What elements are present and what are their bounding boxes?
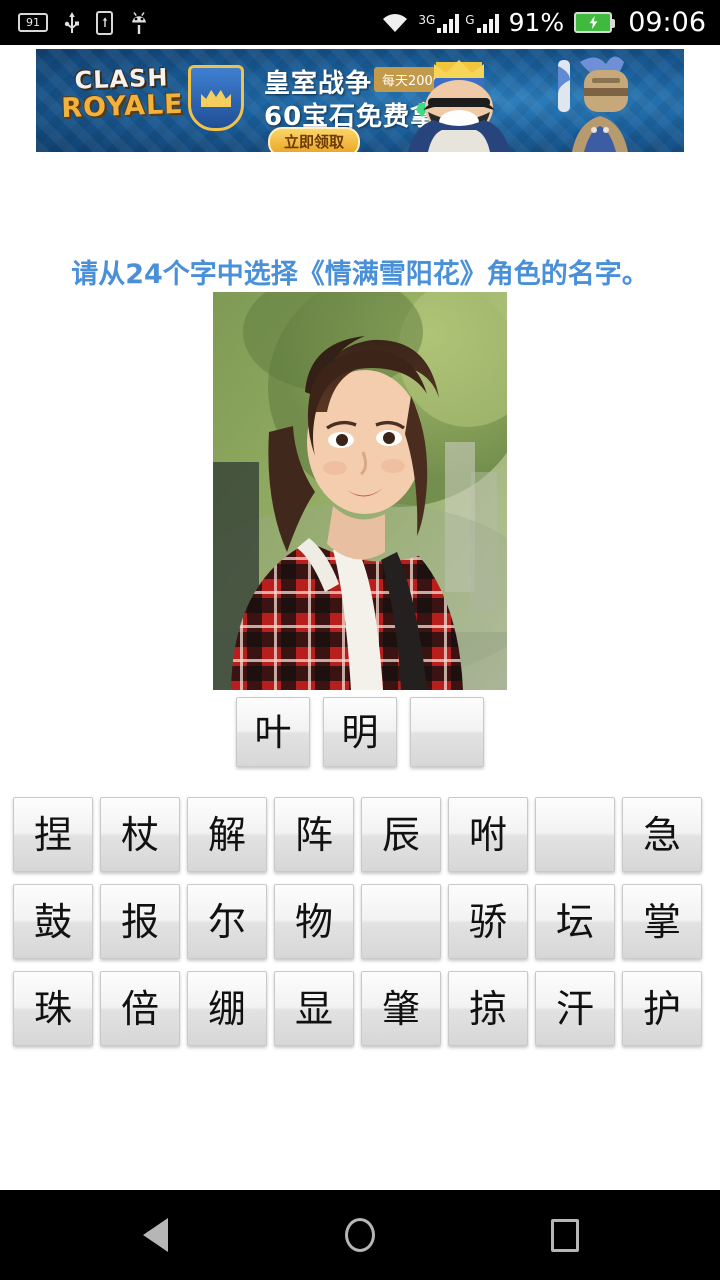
character-grid-row: 捏 杖 解 阵 辰 咐 急 [13, 797, 707, 872]
signal-bars-3g-icon [437, 13, 460, 33]
advertisement-banner[interactable]: CLASH ROYALE 皇室战争 每天20000份 60宝石免费拿 立即领取 [36, 49, 684, 152]
recents-button[interactable] [535, 1205, 595, 1265]
character-tile[interactable]: 肇 [361, 971, 441, 1046]
recents-square-icon [551, 1218, 579, 1252]
character-tile[interactable]: 咐 [448, 797, 528, 872]
character-tile[interactable]: 倍 [100, 971, 180, 1046]
status-bar-clock: 09:06 [628, 7, 706, 38]
ad-logo-line1: CLASH [74, 63, 169, 95]
character-photo [213, 292, 507, 690]
character-tile-used [535, 797, 615, 872]
character-grid-row: 珠 倍 绷 显 肇 掠 汗 护 [13, 971, 707, 1046]
character-tile[interactable]: 护 [622, 971, 702, 1046]
wifi-icon [380, 11, 410, 35]
status-bar-left-icons: 91 [18, 10, 149, 35]
character-tile[interactable]: 坛 [535, 884, 615, 959]
android-icon [129, 11, 149, 35]
question-prompt: 请从24个字中选择《情满雪阳花》角色的名字。 [71, 259, 649, 290]
character-tile[interactable]: 尔 [187, 884, 267, 959]
character-tile[interactable]: 鼓 [13, 884, 93, 959]
back-button[interactable] [125, 1205, 185, 1265]
character-tile-used [361, 884, 441, 959]
answer-slot[interactable]: 叶 [236, 697, 310, 767]
status-bar-right-icons: 3G G 91% 09:06 [380, 9, 706, 36]
signal-bars-g-icon [476, 13, 499, 33]
status-bar: 91 3G G 91% 09:06 [0, 0, 720, 45]
character-tile[interactable]: 掠 [448, 971, 528, 1046]
network-g-label: G [465, 12, 475, 27]
character-tile[interactable]: 报 [100, 884, 180, 959]
app-screen: 91 3G G 91% 09:06 CLASH ROYALE 皇室战争 每天20… [0, 0, 720, 1280]
sdcard-icon [96, 10, 113, 35]
character-tile[interactable]: 物 [274, 884, 354, 959]
answer-slot[interactable]: 明 [323, 697, 397, 767]
battery-percent-label: 91% [508, 8, 565, 37]
character-tile[interactable]: 急 [622, 797, 702, 872]
character-tile[interactable]: 掌 [622, 884, 702, 959]
character-grid-row: 鼓 报 尔 物 骄 坛 掌 [13, 884, 707, 959]
back-triangle-icon [142, 1218, 168, 1252]
battery-number-icon: 91 [18, 13, 48, 32]
knight-character-icon [534, 56, 666, 152]
network-3g-indicator: 3G [418, 12, 460, 33]
character-tile[interactable]: 杖 [100, 797, 180, 872]
usb-icon [64, 11, 80, 35]
character-tile[interactable]: 解 [187, 797, 267, 872]
home-button[interactable] [330, 1205, 390, 1265]
character-tile[interactable]: 捏 [13, 797, 93, 872]
ad-cta-button[interactable]: 立即领取 [268, 127, 361, 152]
character-tile[interactable]: 珠 [13, 971, 93, 1046]
character-tile[interactable]: 阵 [274, 797, 354, 872]
answer-slot-row: 叶 明 [236, 697, 484, 767]
ad-logo-line2: ROYALE [60, 88, 185, 125]
character-tile[interactable]: 汗 [535, 971, 615, 1046]
answer-slot[interactable] [410, 697, 484, 767]
clash-royale-logo: CLASH ROYALE [51, 63, 193, 125]
character-tile[interactable]: 骄 [448, 884, 528, 959]
home-circle-icon [345, 1218, 375, 1252]
android-navigation-bar [0, 1190, 720, 1280]
ad-headline-1: 皇室战争 [264, 69, 373, 99]
crown-shield-icon [188, 65, 244, 131]
battery-charging-icon [574, 12, 616, 33]
character-tile[interactable]: 辰 [361, 797, 441, 872]
battery-number-label: 91 [26, 16, 40, 29]
network-3g-label: 3G [418, 12, 436, 27]
network-g-indicator: G [465, 12, 499, 33]
character-tile[interactable]: 绷 [187, 971, 267, 1046]
character-tile[interactable]: 显 [274, 971, 354, 1046]
king-character-icon [384, 60, 534, 152]
character-choice-grid: 捏 杖 解 阵 辰 咐 急 鼓 报 尔 物 骄 坛 掌 珠 倍 绷 显 肇 掠 … [13, 797, 707, 1046]
crown-icon [201, 89, 231, 107]
